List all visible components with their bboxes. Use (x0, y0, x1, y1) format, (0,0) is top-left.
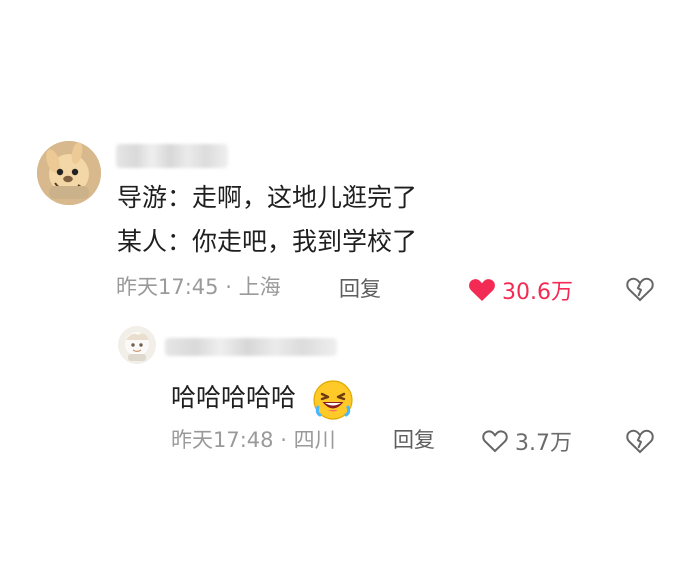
reply-button[interactable]: 回复 (339, 279, 381, 300)
laughing-face-icon (313, 380, 353, 420)
reply-text: 哈哈哈哈哈 (171, 383, 297, 412)
comment-thread: 导游：走啊，这地儿逛完了 某人：你走吧，我到学校了 昨天17:45 · 上海 回… (0, 0, 690, 585)
comment-text-line-2: 某人：你走吧，我到学校了 (117, 227, 418, 256)
reply-time: 昨天17:48 (171, 428, 274, 452)
avatar-image (118, 326, 156, 364)
avatar-image (37, 141, 101, 205)
heart-outline-icon (482, 430, 508, 453)
like-count: 30.6万 (502, 280, 573, 305)
comment-text-line-1: 导游：走啊，这地儿逛完了 (117, 183, 418, 212)
username-blurred[interactable] (165, 338, 337, 356)
avatar[interactable] (118, 326, 156, 364)
like-button[interactable]: 30.6万 (468, 274, 573, 306)
meta-separator: · (225, 275, 232, 299)
comment-meta: 昨天17:45 · 上海 (116, 277, 281, 298)
broken-heart-icon[interactable] (625, 275, 655, 303)
meta-separator: · (280, 428, 287, 452)
reply-location: 四川 (293, 428, 336, 452)
comment-time: 昨天17:45 (116, 275, 219, 299)
reply-button[interactable]: 回复 (393, 430, 435, 451)
comment-location: 上海 (238, 275, 281, 299)
username-blurred[interactable] (116, 144, 228, 168)
heart-icon (469, 279, 495, 301)
like-count: 3.7万 (515, 431, 572, 456)
avatar[interactable] (37, 141, 101, 205)
like-button[interactable]: 3.7万 (481, 425, 572, 457)
broken-heart-icon[interactable] (625, 427, 655, 455)
reply-meta: 昨天17:48 · 四川 (171, 430, 336, 451)
